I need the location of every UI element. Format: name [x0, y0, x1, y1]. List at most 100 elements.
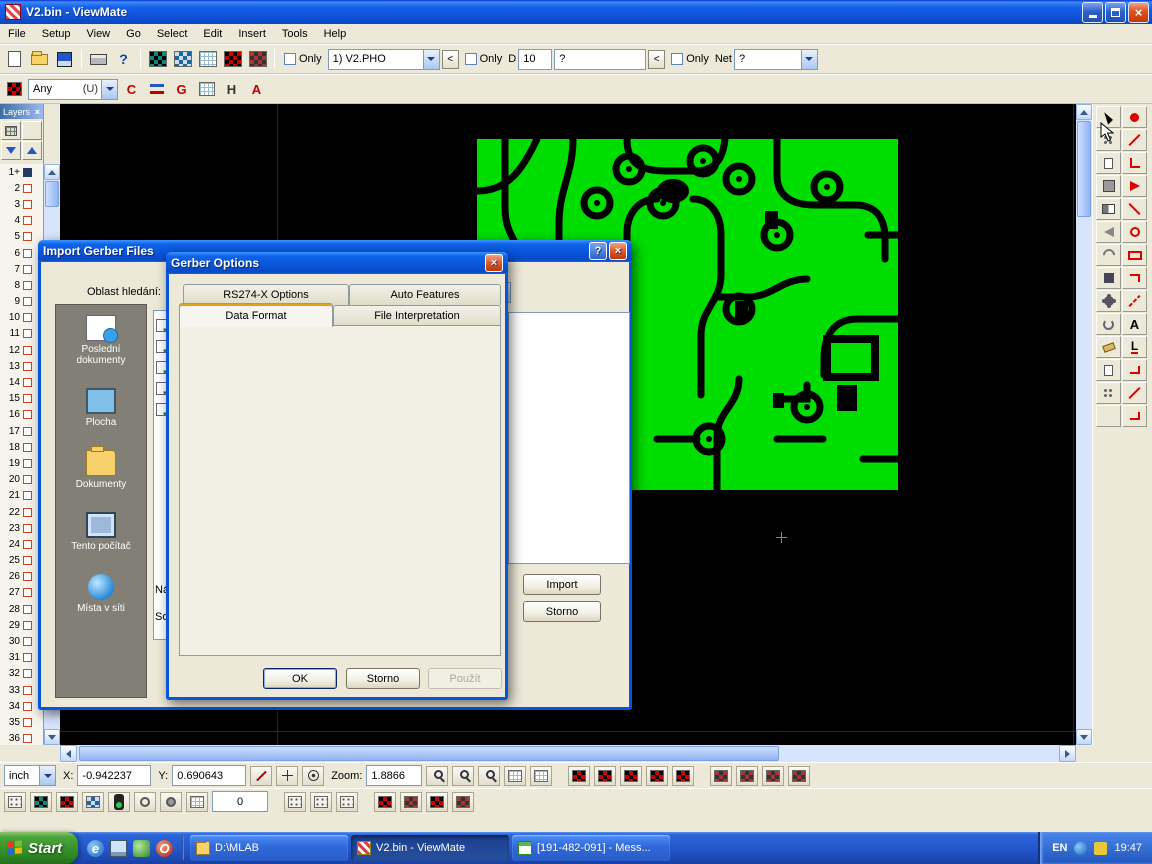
layer-select[interactable]: 1) V2.PHO — [328, 49, 440, 70]
dialog-close-button[interactable]: × — [609, 242, 627, 260]
aperture-swatch-icon[interactable] — [594, 766, 616, 786]
import-button[interactable]: Import — [523, 574, 601, 595]
corner3-tool-icon[interactable] — [1122, 405, 1147, 427]
dcode-table-icon[interactable] — [171, 48, 194, 70]
opera-icon[interactable]: O — [156, 840, 173, 857]
layer-color-swatch[interactable] — [23, 491, 32, 500]
traffic-light-icon[interactable] — [108, 792, 130, 812]
layer-row[interactable]: 16 — [0, 407, 43, 423]
dot-grid-icon[interactable] — [310, 792, 332, 812]
aperture-swatch-icon[interactable] — [620, 766, 642, 786]
clear-selection-icon[interactable]: C — [120, 78, 143, 100]
context-help-icon[interactable]: ? — [112, 48, 135, 70]
layer-row[interactable]: 21 — [0, 488, 43, 504]
task-button-message[interactable]: [191-482-091] - Mess... — [512, 835, 670, 861]
measure-grid-icon[interactable] — [246, 48, 269, 70]
length-tool-icon[interactable]: L — [1122, 336, 1147, 358]
gear-settings-icon[interactable] — [1096, 290, 1121, 312]
show-desktop-icon[interactable] — [110, 840, 127, 857]
swap-layers-icon[interactable] — [145, 78, 168, 100]
aperture-swatch-icon[interactable] — [568, 766, 590, 786]
dialog-close-button[interactable]: × — [485, 254, 503, 272]
layer-color-swatch[interactable] — [23, 459, 32, 468]
layer-color-swatch[interactable] — [23, 718, 32, 727]
layer-color-swatch[interactable] — [23, 540, 32, 549]
selection-mode-select[interactable]: Any(U) — [28, 79, 118, 100]
y-coordinate-value[interactable]: 0.690643 — [172, 765, 246, 786]
dropdown-arrow-icon[interactable] — [801, 50, 817, 69]
clock[interactable]: 19:47 — [1114, 842, 1142, 854]
aperture-swatch-icon[interactable] — [400, 792, 422, 812]
dcode-prev-button[interactable]: < — [648, 50, 665, 69]
rotate-tool-icon[interactable] — [1096, 313, 1121, 335]
zoom-window-icon[interactable] — [452, 766, 474, 786]
start-button[interactable]: Start — [0, 832, 78, 864]
only-net-checkbox[interactable] — [671, 53, 683, 65]
layer-row[interactable]: 4 — [0, 213, 43, 229]
layer-color-swatch[interactable] — [23, 734, 32, 743]
layer-color-swatch[interactable] — [23, 605, 32, 614]
grid-toggle-icon[interactable] — [504, 766, 526, 786]
scroll-right-icon[interactable] — [1059, 745, 1076, 762]
flash-pad-tool-icon[interactable] — [1122, 106, 1147, 128]
layers-panel-header[interactable]: Layers × — [0, 104, 43, 119]
import-cancel-button[interactable]: Storno — [523, 601, 601, 622]
scrollbar-thumb[interactable] — [45, 181, 59, 207]
aperture-list-icon[interactable] — [146, 48, 169, 70]
tab-auto-features[interactable]: Auto Features — [349, 284, 501, 305]
layer-color-swatch[interactable] — [23, 653, 32, 662]
layer-row[interactable]: 36 — [0, 731, 43, 745]
highlight-select-icon[interactable]: H — [220, 78, 243, 100]
dots2-tool-icon[interactable] — [1096, 382, 1121, 404]
network-tray-icon[interactable] — [1074, 842, 1087, 855]
layer-color-swatch[interactable] — [23, 313, 32, 322]
aperture-swatch-icon[interactable] — [426, 792, 448, 812]
draw-line-tool-icon[interactable] — [1122, 129, 1147, 151]
layer-row[interactable]: 20 — [0, 472, 43, 488]
dropdown-arrow-icon[interactable] — [101, 80, 117, 99]
restore-button[interactable] — [1105, 2, 1126, 23]
layer-color-swatch[interactable] — [23, 669, 32, 678]
save-file-icon[interactable] — [53, 48, 76, 70]
layer-row[interactable]: 26 — [0, 569, 43, 585]
mode-swatch-icon[interactable] — [56, 792, 78, 812]
layer-color-swatch[interactable] — [23, 410, 32, 419]
aperture-swatch-icon[interactable] — [452, 792, 474, 812]
corner2-tool-icon[interactable] — [1122, 359, 1147, 381]
block-tool-icon[interactable] — [1096, 267, 1121, 289]
dcode-filter-input[interactable]: ? — [554, 49, 646, 70]
scrollbar-thumb[interactable] — [1077, 121, 1091, 217]
layer-color-swatch[interactable] — [23, 378, 32, 387]
menu-item[interactable]: Setup — [34, 24, 79, 43]
aperture-swatch-icon[interactable] — [646, 766, 668, 786]
dot-grid-icon[interactable] — [284, 792, 306, 812]
layer-row[interactable]: 3 — [0, 196, 43, 212]
menu-item[interactable]: Edit — [195, 24, 230, 43]
menu-item[interactable]: View — [78, 24, 118, 43]
select-all-icon[interactable]: A — [245, 78, 268, 100]
layer-row[interactable]: 15 — [0, 391, 43, 407]
layer-color-swatch[interactable] — [23, 394, 32, 403]
page-tool-icon[interactable] — [1096, 359, 1121, 381]
new-file-icon[interactable] — [3, 48, 26, 70]
layer-row[interactable]: 13 — [0, 358, 43, 374]
place-item[interactable]: Místa v síti — [56, 574, 146, 614]
cut-line-tool-icon[interactable] — [1122, 290, 1147, 312]
menu-item[interactable]: Select — [149, 24, 196, 43]
selection-filter-icon[interactable] — [3, 78, 26, 100]
blank-tool[interactable] — [1096, 405, 1121, 427]
unit-select[interactable]: inch — [4, 765, 56, 786]
measure-diagonal-icon[interactable] — [250, 766, 272, 786]
canvas-vertical-scrollbar[interactable] — [1076, 104, 1092, 745]
menu-item[interactable]: Help — [316, 24, 355, 43]
rectangle-tool-icon[interactable] — [1122, 244, 1147, 266]
layer-prev-button[interactable]: < — [442, 50, 459, 69]
crosshair-icon[interactable] — [276, 766, 298, 786]
layer-row[interactable]: 14 — [0, 374, 43, 390]
layer-color-swatch[interactable] — [23, 702, 32, 711]
open-file-icon[interactable] — [28, 48, 51, 70]
scrollbar-thumb[interactable] — [79, 746, 779, 761]
mode-swatch-icon[interactable] — [4, 792, 26, 812]
tab-data-format[interactable]: Data Format — [179, 303, 333, 327]
x-coordinate-value[interactable]: -0.942237 — [77, 765, 151, 786]
